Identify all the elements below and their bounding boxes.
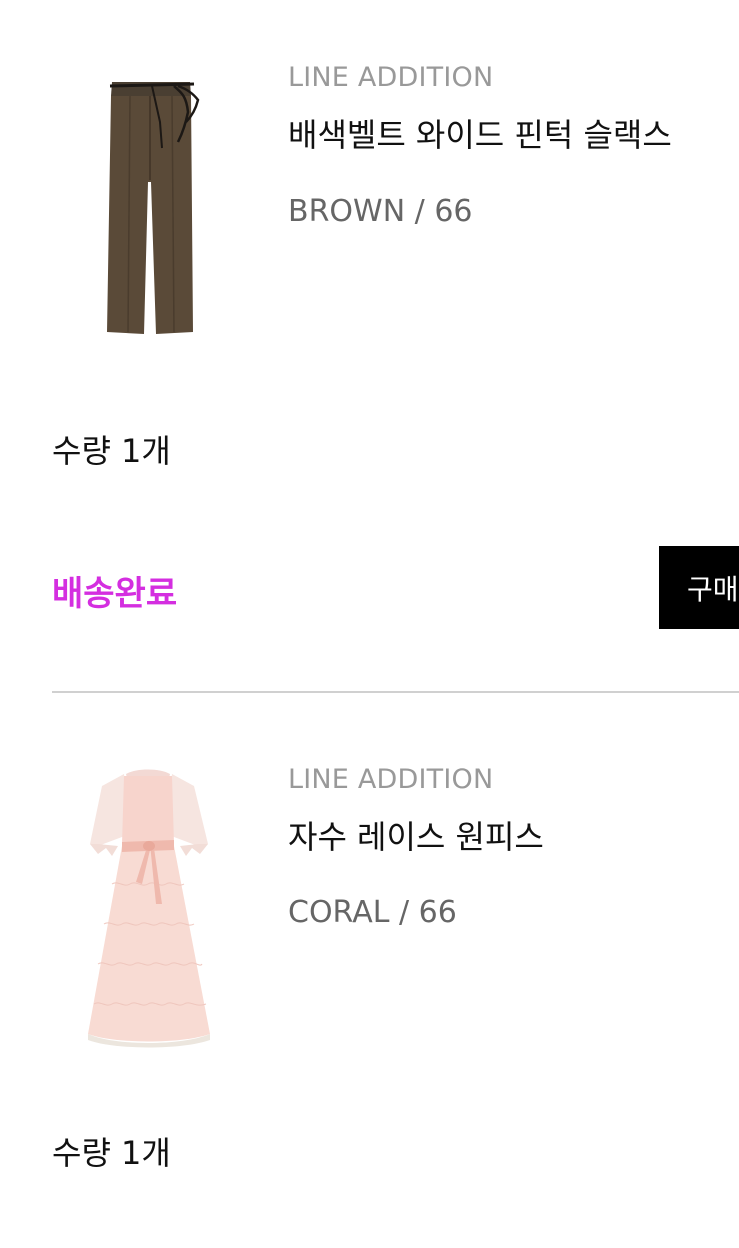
brand-name: LINE ADDITION bbox=[288, 764, 494, 795]
quantity-label: 수량 1개 bbox=[52, 432, 171, 470]
product-option: CORAL / 66 bbox=[288, 895, 457, 930]
product-name[interactable]: 배색벨트 와이드 핀턱 슬랙스 bbox=[288, 110, 672, 156]
purchase-button[interactable]: 구매 bbox=[659, 546, 739, 629]
product-option: BROWN / 66 bbox=[288, 194, 473, 229]
delivery-status: 배송완료 bbox=[52, 574, 178, 614]
divider bbox=[52, 691, 739, 693]
product-name[interactable]: 자수 레이스 원피스 bbox=[288, 812, 544, 858]
product-image-slacks[interactable] bbox=[52, 62, 244, 352]
quantity-label: 수량 1개 bbox=[52, 1134, 171, 1172]
product-image-dress[interactable] bbox=[52, 764, 244, 1054]
order-list: LINE ADDITION 배색벨트 와이드 핀턱 슬랙스 BROWN / 66… bbox=[0, 0, 739, 1248]
brand-name: LINE ADDITION bbox=[288, 62, 494, 93]
